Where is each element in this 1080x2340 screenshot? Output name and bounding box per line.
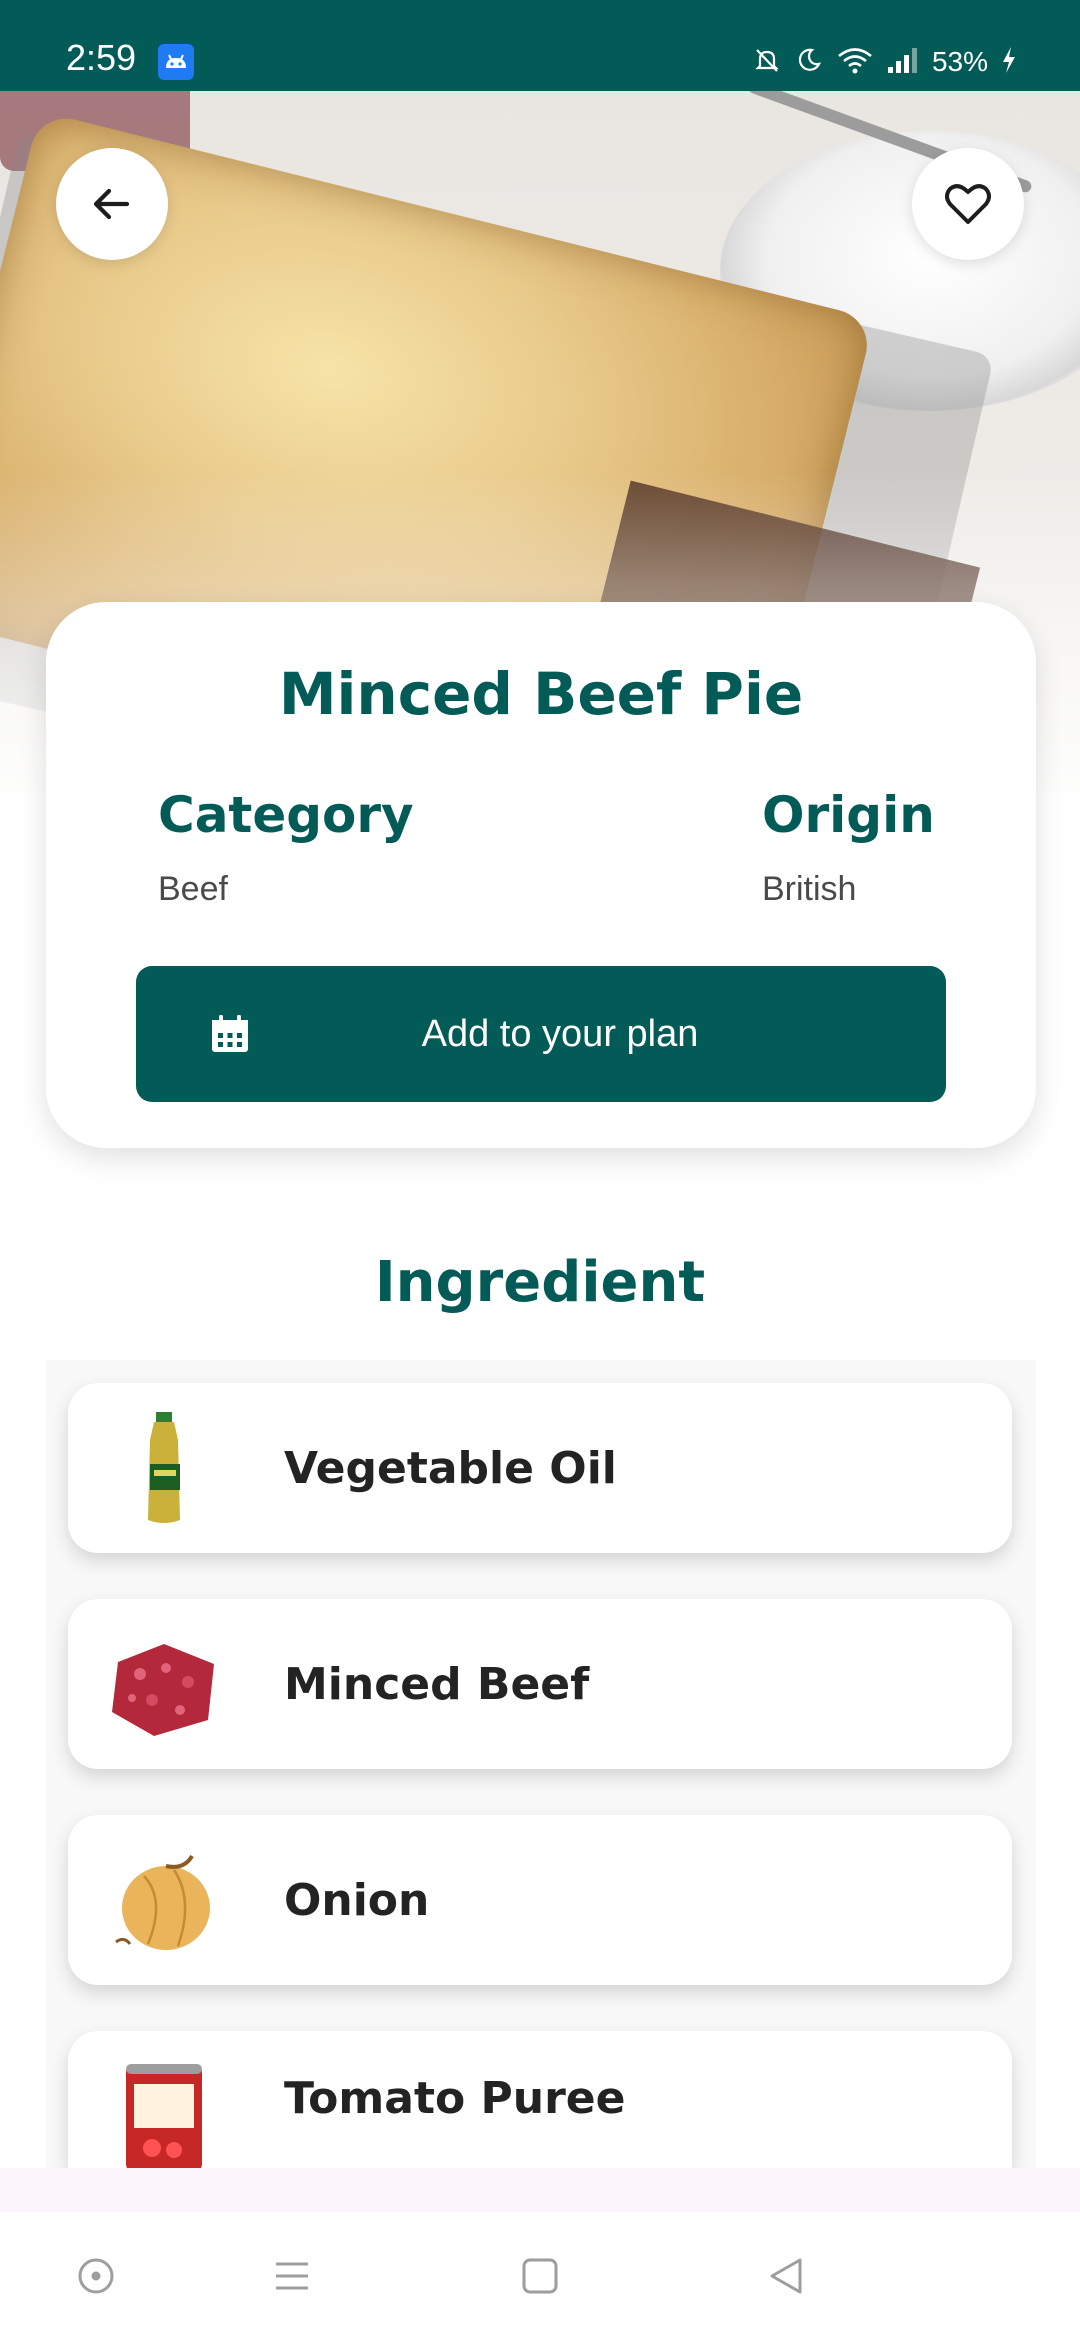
signal-icon: [886, 45, 920, 79]
nav-menu-button[interactable]: [268, 2252, 316, 2300]
ingredient-card-minced-beef[interactable]: Minced Beef: [68, 1599, 1012, 1769]
minced-beef-icon: [112, 1644, 214, 1736]
status-bar: 2:59 53%: [0, 0, 1080, 91]
vegetable-oil-bottle-icon: [148, 1412, 180, 1523]
origin-label: Origin: [762, 786, 935, 844]
ingredient-name: Onion: [284, 1874, 430, 1926]
bell-off-icon: [752, 45, 782, 79]
system-navigation-bar: [0, 2212, 1080, 2340]
add-to-plan-label: Add to your plan: [421, 1012, 699, 1055]
nav-dot-button[interactable]: [72, 2252, 120, 2300]
battery-charging-icon: [1000, 45, 1018, 79]
wifi-icon: [836, 45, 874, 79]
nav-home-button[interactable]: [516, 2252, 564, 2300]
ingredient-card-onion[interactable]: Onion: [68, 1815, 1012, 1985]
ingredient-name: Tomato Puree: [284, 2072, 626, 2124]
nav-back-button[interactable]: [762, 2252, 810, 2300]
battery-percentage: 53%: [931, 46, 988, 77]
ingredient-name: Vegetable Oil: [284, 1442, 617, 1494]
heart-icon: [945, 184, 991, 224]
meal-info-card: Minced Beef Pie Category Beef Origin Bri…: [46, 602, 1036, 1148]
ingredient-card-tomato-puree[interactable]: Tomato Puree: [68, 2031, 1012, 2172]
tomato-puree-can-icon: [126, 2064, 202, 2172]
onion-icon: [115, 1854, 210, 1950]
dot-icon: [78, 2258, 114, 2294]
category-label: Category: [158, 786, 414, 844]
bottom-divider: [0, 2168, 1080, 2212]
back-triangle-icon: [770, 2258, 802, 2294]
back-button[interactable]: [56, 148, 168, 260]
arrow-left-icon: [93, 188, 130, 220]
status-time: 2:59: [66, 37, 137, 78]
meal-title: Minced Beef Pie: [278, 660, 804, 728]
ingredient-name: Minced Beef: [284, 1658, 590, 1710]
android-app-icon: [158, 44, 194, 80]
ingredient-card-vegetable-oil[interactable]: Vegetable Oil: [68, 1383, 1012, 1553]
category-value: Beef: [158, 870, 228, 908]
home-square-icon: [522, 2258, 558, 2294]
menu-icon: [276, 2262, 308, 2290]
ingredient-section-title: Ingredient: [374, 1250, 706, 1315]
origin-value: British: [762, 870, 857, 908]
add-to-plan-button[interactable]: Add to your plan: [136, 966, 946, 1102]
favorite-button[interactable]: [912, 148, 1024, 260]
moon-icon: [794, 45, 824, 79]
